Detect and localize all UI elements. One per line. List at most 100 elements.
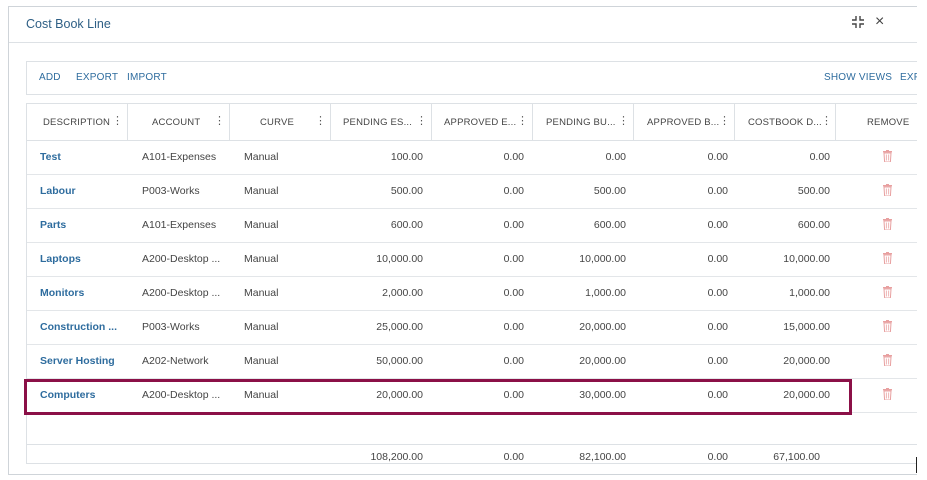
approved-budget-cell: 0.00 [707,185,728,197]
total-pending-estimate: 108,200.00 [370,451,423,463]
account-cell: A200-Desktop ... [142,253,221,265]
trash-icon[interactable] [883,285,892,299]
trash-icon[interactable] [883,319,892,333]
column-label: COSTBOOK D... [748,117,822,128]
text-cursor [916,457,917,473]
approved-budget-cell: 0.00 [707,219,728,231]
description-link[interactable]: Parts [40,219,66,231]
trash-icon[interactable] [883,183,892,197]
costbook-cell: 15,000.00 [783,321,830,333]
pending-budget-cell: 20,000.00 [579,321,626,333]
account-cell: A101-Expenses [142,151,217,163]
approved-estimate-cell: 0.00 [503,219,524,231]
pending-estimate-cell: 25,000.00 [376,321,423,333]
pending-estimate-cell: 50,000.00 [376,355,423,367]
costbook-cell: 1,000.00 [789,287,830,299]
total-approved-estimate: 0.00 [503,451,524,463]
approved-estimate-cell: 0.00 [503,321,524,333]
curve-cell: Manual [244,321,279,333]
costbook-cell: 0.00 [809,151,830,163]
column-menu-icon[interactable]: ⋮ [618,115,629,127]
compress-icon[interactable] [851,15,865,33]
column-menu-icon[interactable]: ⋮ [315,115,326,127]
close-icon[interactable]: × [875,14,884,30]
show-views-button[interactable]: SHOW VIEWS [824,72,892,83]
description-link[interactable]: Test [40,151,61,163]
table-row[interactable]: Construction ... P003-Works Manual 25,00… [27,310,917,345]
column-header-curve[interactable]: CURVE ⋮ [230,104,331,140]
approved-budget-cell: 0.00 [707,253,728,265]
costbook-cell: 500.00 [797,185,830,197]
approved-estimate-cell: 0.00 [503,151,524,163]
pending-estimate-cell: 600.00 [390,219,423,231]
approved-estimate-cell: 0.00 [503,185,524,197]
total-approved-budget: 0.00 [707,451,728,463]
table-row[interactable]: Labour P003-Works Manual 500.00 0.00 500… [27,174,917,209]
trash-icon[interactable] [883,387,892,401]
pending-budget-cell: 600.00 [593,219,626,231]
column-menu-icon[interactable]: ⋮ [821,115,832,127]
table-row[interactable]: Laptops A200-Desktop ... Manual 10,000.0… [27,242,917,277]
column-header-description[interactable]: DESCRIPTION ⋮ [27,104,128,140]
total-pending-budget: 82,100.00 [579,451,626,463]
column-label: APPROVED E... [444,117,517,128]
import-button[interactable]: IMPORT [127,72,167,83]
column-header-remove: REMOVE [836,104,917,140]
description-link[interactable]: Labour [40,185,76,197]
column-label: PENDING BU... [546,117,616,128]
grid-toolbar: ADD EXPORT IMPORT SHOW VIEWS EXP [26,61,917,95]
column-header-approved-budget[interactable]: APPROVED B... ⋮ [634,104,735,140]
export-button[interactable]: EXPORT [76,72,118,83]
column-menu-icon[interactable]: ⋮ [112,115,123,127]
curve-cell: Manual [244,151,279,163]
add-button[interactable]: ADD [39,72,61,83]
column-header-costbook[interactable]: COSTBOOK D... ⋮ [735,104,836,140]
table-row[interactable]: Parts A101-Expenses Manual 600.00 0.00 6… [27,208,917,243]
pending-estimate-cell: 100.00 [390,151,423,163]
account-cell: P003-Works [142,185,200,197]
column-menu-icon[interactable]: ⋮ [214,115,225,127]
total-costbook: 67,100.00 [773,451,820,463]
pending-budget-cell: 500.00 [593,185,626,197]
highlight-box [24,379,852,415]
column-label: ACCOUNT [152,117,201,128]
trash-icon[interactable] [883,251,892,265]
expand-button[interactable]: EXP [900,72,917,83]
trash-icon[interactable] [883,353,892,367]
description-link[interactable]: Construction ... [40,321,117,333]
column-header-pending-estimate[interactable]: PENDING ES... ⋮ [331,104,432,140]
column-menu-icon[interactable]: ⋮ [517,115,528,127]
approved-budget-cell: 0.00 [707,287,728,299]
curve-cell: Manual [244,355,279,367]
table-row[interactable]: Server Hosting A202-Network Manual 50,00… [27,344,917,379]
trash-icon[interactable] [883,149,892,163]
pending-estimate-cell: 500.00 [390,185,423,197]
costbook-cell: 10,000.00 [783,253,830,265]
approved-estimate-cell: 0.00 [503,355,524,367]
column-header-approved-estimate[interactable]: APPROVED E... ⋮ [432,104,533,140]
table-row[interactable]: Monitors A200-Desktop ... Manual 2,000.0… [27,276,917,311]
table-row[interactable]: Test A101-Expenses Manual 100.00 0.00 0.… [27,140,917,175]
curve-cell: Manual [244,219,279,231]
trash-icon[interactable] [883,217,892,231]
column-menu-icon[interactable]: ⋮ [719,115,730,127]
description-link[interactable]: Monitors [40,287,84,299]
column-menu-icon[interactable]: ⋮ [416,115,427,127]
curve-cell: Manual [244,185,279,197]
column-header-pending-budget[interactable]: PENDING BU... ⋮ [533,104,634,140]
curve-cell: Manual [244,253,279,265]
pending-budget-cell: 20,000.00 [579,355,626,367]
approved-budget-cell: 0.00 [707,151,728,163]
approved-estimate-cell: 0.00 [503,287,524,299]
column-header-account[interactable]: ACCOUNT ⋮ [128,104,230,140]
pending-budget-cell: 0.00 [605,151,626,163]
totals-row: 108,200.00 0.00 82,100.00 0.00 67,100.00 [27,444,917,467]
description-link[interactable]: Server Hosting [40,355,115,367]
description-link[interactable]: Laptops [40,253,81,265]
account-cell: A101-Expenses [142,219,217,231]
approved-budget-cell: 0.00 [707,355,728,367]
pending-budget-cell: 10,000.00 [579,253,626,265]
costbook-cell: 20,000.00 [783,355,830,367]
account-cell: A200-Desktop ... [142,287,221,299]
column-label: REMOVE [867,117,910,128]
